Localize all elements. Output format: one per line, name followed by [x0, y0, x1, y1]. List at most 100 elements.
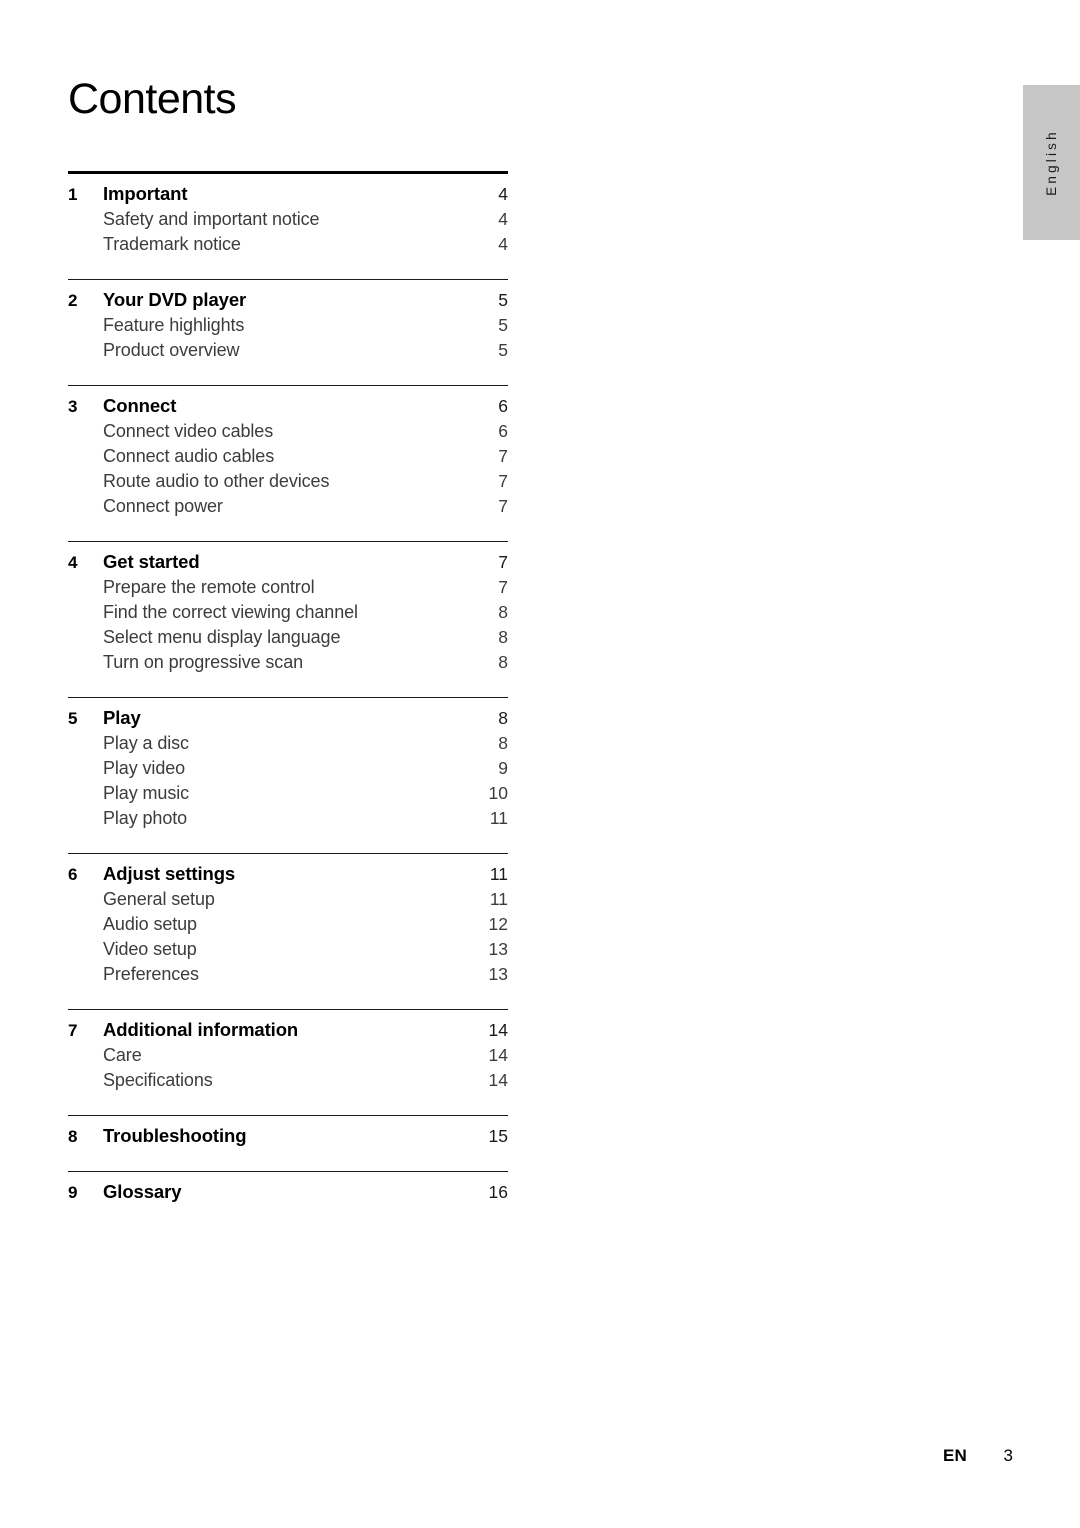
toc-section-label: Get started — [103, 551, 200, 572]
toc-item-page-number: 7 — [498, 496, 508, 516]
toc-item-label: Connect power — [103, 496, 223, 516]
toc-item-label: Audio setup — [103, 914, 197, 934]
toc-group: 9 Glossary 16 — [68, 1171, 508, 1203]
toc-section-row[interactable]: 4 Get started 7 — [68, 551, 508, 573]
toc-section-page-number: 5 — [498, 290, 508, 310]
toc-section-row[interactable]: 3 Connect 6 — [68, 395, 508, 417]
toc-section-page-number: 4 — [498, 184, 508, 204]
toc-section-number: 2 — [68, 291, 78, 310]
toc-group: 2 Your DVD player 5 Feature highlights 5 Prod… — [68, 279, 508, 361]
toc-section-page-number: 6 — [498, 396, 508, 416]
toc-item-page-number: 11 — [489, 889, 508, 909]
toc-item-row[interactable]: Play photo 11 — [68, 808, 508, 829]
toc-item-page-number: 4 — [498, 209, 508, 229]
toc-section-number: 3 — [68, 397, 78, 416]
toc-item-row[interactable]: Play a disc 8 — [68, 733, 508, 754]
toc-item-label: General setup — [103, 889, 215, 909]
toc-group: 7 Additional information 14 Care 14 Specifica… — [68, 1009, 508, 1091]
toc-section-row[interactable]: 9 Glossary 16 — [68, 1181, 508, 1203]
toc-item-page-number: 4 — [498, 234, 508, 254]
toc-item-row[interactable]: Feature highlights 5 — [68, 315, 508, 336]
toc-item-label: Play music — [103, 783, 190, 803]
page-title: Contents — [68, 75, 237, 123]
toc-item-row[interactable]: Trademark notice 4 — [68, 234, 508, 255]
toc-item-label: Specifications — [103, 1070, 213, 1090]
toc-divider — [68, 385, 508, 386]
toc-section-row[interactable]: 1 Important 4 — [68, 183, 508, 205]
toc-item-label: Prepare the remote control — [103, 577, 315, 597]
toc-divider — [68, 1171, 508, 1172]
toc-item-label: Turn on progressive scan — [103, 652, 304, 672]
toc-section-label: Your DVD player — [103, 289, 247, 310]
toc-section-page-number: 8 — [498, 708, 508, 728]
toc-section-number: 9 — [68, 1183, 78, 1202]
toc-item-page-number: 13 — [488, 964, 508, 984]
toc-item-page-number: 14 — [488, 1045, 508, 1065]
toc-item-page-number: 8 — [498, 602, 508, 622]
toc-section-number: 6 — [68, 865, 78, 884]
toc-item-label: Trademark notice — [103, 234, 241, 254]
toc-section-label: Troubleshooting — [103, 1125, 247, 1146]
toc-section-page-number: 7 — [498, 552, 508, 572]
toc-item-label: Play photo — [103, 808, 188, 828]
toc-group: 6 Adjust settings 11 General setup 11 Audio s… — [68, 853, 508, 985]
language-tab-label: English — [1044, 129, 1059, 196]
toc-item-label: Route audio to other devices — [103, 471, 330, 491]
toc-item-row[interactable]: Select menu display language 8 — [68, 627, 508, 648]
toc-section-label: Connect — [103, 395, 177, 416]
toc-item-row[interactable]: Play music 10 — [68, 783, 508, 804]
toc-item-label: Care — [103, 1045, 142, 1065]
toc-item-page-number: 8 — [498, 733, 508, 753]
toc-item-page-number: 13 — [488, 939, 508, 959]
toc-item-row[interactable]: Video setup 13 — [68, 939, 508, 960]
toc-item-page-number: 9 — [498, 758, 508, 778]
language-tab: English — [1023, 85, 1080, 240]
toc-item-row[interactable]: Turn on progressive scan 8 — [68, 652, 508, 673]
toc-item-row[interactable]: Preferences 13 — [68, 964, 508, 985]
toc-item-row[interactable]: Play video 9 — [68, 758, 508, 779]
toc-section-page-number: 16 — [488, 1182, 508, 1202]
toc-item-label: Connect video cables — [103, 421, 274, 441]
toc-section-label: Play — [103, 707, 141, 728]
toc-item-row[interactable]: Find the correct viewing channel 8 — [68, 602, 508, 623]
toc-item-label: Feature highlights — [103, 315, 245, 335]
toc-divider — [68, 279, 508, 280]
toc-item-row[interactable]: Prepare the remote control 7 — [68, 577, 508, 598]
toc-section-number: 1 — [68, 185, 78, 204]
toc-section-row[interactable]: 5 Play 8 — [68, 707, 508, 729]
toc-item-label: Product overview — [103, 340, 240, 360]
toc-item-row[interactable]: Route audio to other devices 7 — [68, 471, 508, 492]
toc-section-row[interactable]: 6 Adjust settings 11 — [68, 863, 508, 885]
toc-item-page-number: 7 — [498, 446, 508, 466]
toc-item-page-number: 6 — [498, 421, 508, 441]
toc-item-page-number: 7 — [498, 577, 508, 597]
toc-item-row[interactable]: Connect video cables 6 — [68, 421, 508, 442]
toc-section-label: Glossary — [103, 1181, 182, 1202]
toc-item-label: Safety and important notice — [103, 209, 320, 229]
toc-divider — [68, 697, 508, 698]
toc-group: 5 Play 8 Play a disc 8 Play video 9 Play music 1… — [68, 697, 508, 829]
toc-item-row[interactable]: Product overview 5 — [68, 340, 508, 361]
toc-section-row[interactable]: 7 Additional information 14 — [68, 1019, 508, 1041]
toc-item-row[interactable]: Care 14 — [68, 1045, 508, 1066]
toc-item-row[interactable]: Safety and important notice 4 — [68, 209, 508, 230]
toc-section-number: 7 — [68, 1021, 78, 1040]
toc-section-number: 8 — [68, 1127, 78, 1146]
toc-group: 1 Important 4 Safety and important notice 4 T… — [68, 171, 508, 255]
toc-section-row[interactable]: 2 Your DVD player 5 — [68, 289, 508, 311]
toc-item-row[interactable]: Connect power 7 — [68, 496, 508, 517]
toc-section-row[interactable]: 8 Troubleshooting 15 — [68, 1125, 508, 1147]
toc-item-page-number: 10 — [488, 783, 508, 803]
toc-item-label: Connect audio cables — [103, 446, 275, 466]
toc-section-label: Important — [103, 183, 188, 204]
toc-item-page-number: 12 — [488, 914, 508, 934]
toc-item-page-number: 5 — [498, 340, 508, 360]
footer-page-number: 3 — [1003, 1446, 1013, 1465]
toc-divider — [68, 171, 508, 174]
toc-item-row[interactable]: Audio setup 12 — [68, 914, 508, 935]
toc-item-row[interactable]: General setup 11 — [68, 889, 508, 910]
toc-item-page-number: 11 — [489, 808, 508, 828]
toc-item-row[interactable]: Connect audio cables 7 — [68, 446, 508, 467]
toc-item-label: Preferences — [103, 964, 199, 984]
toc-item-row[interactable]: Specifications 14 — [68, 1070, 508, 1091]
